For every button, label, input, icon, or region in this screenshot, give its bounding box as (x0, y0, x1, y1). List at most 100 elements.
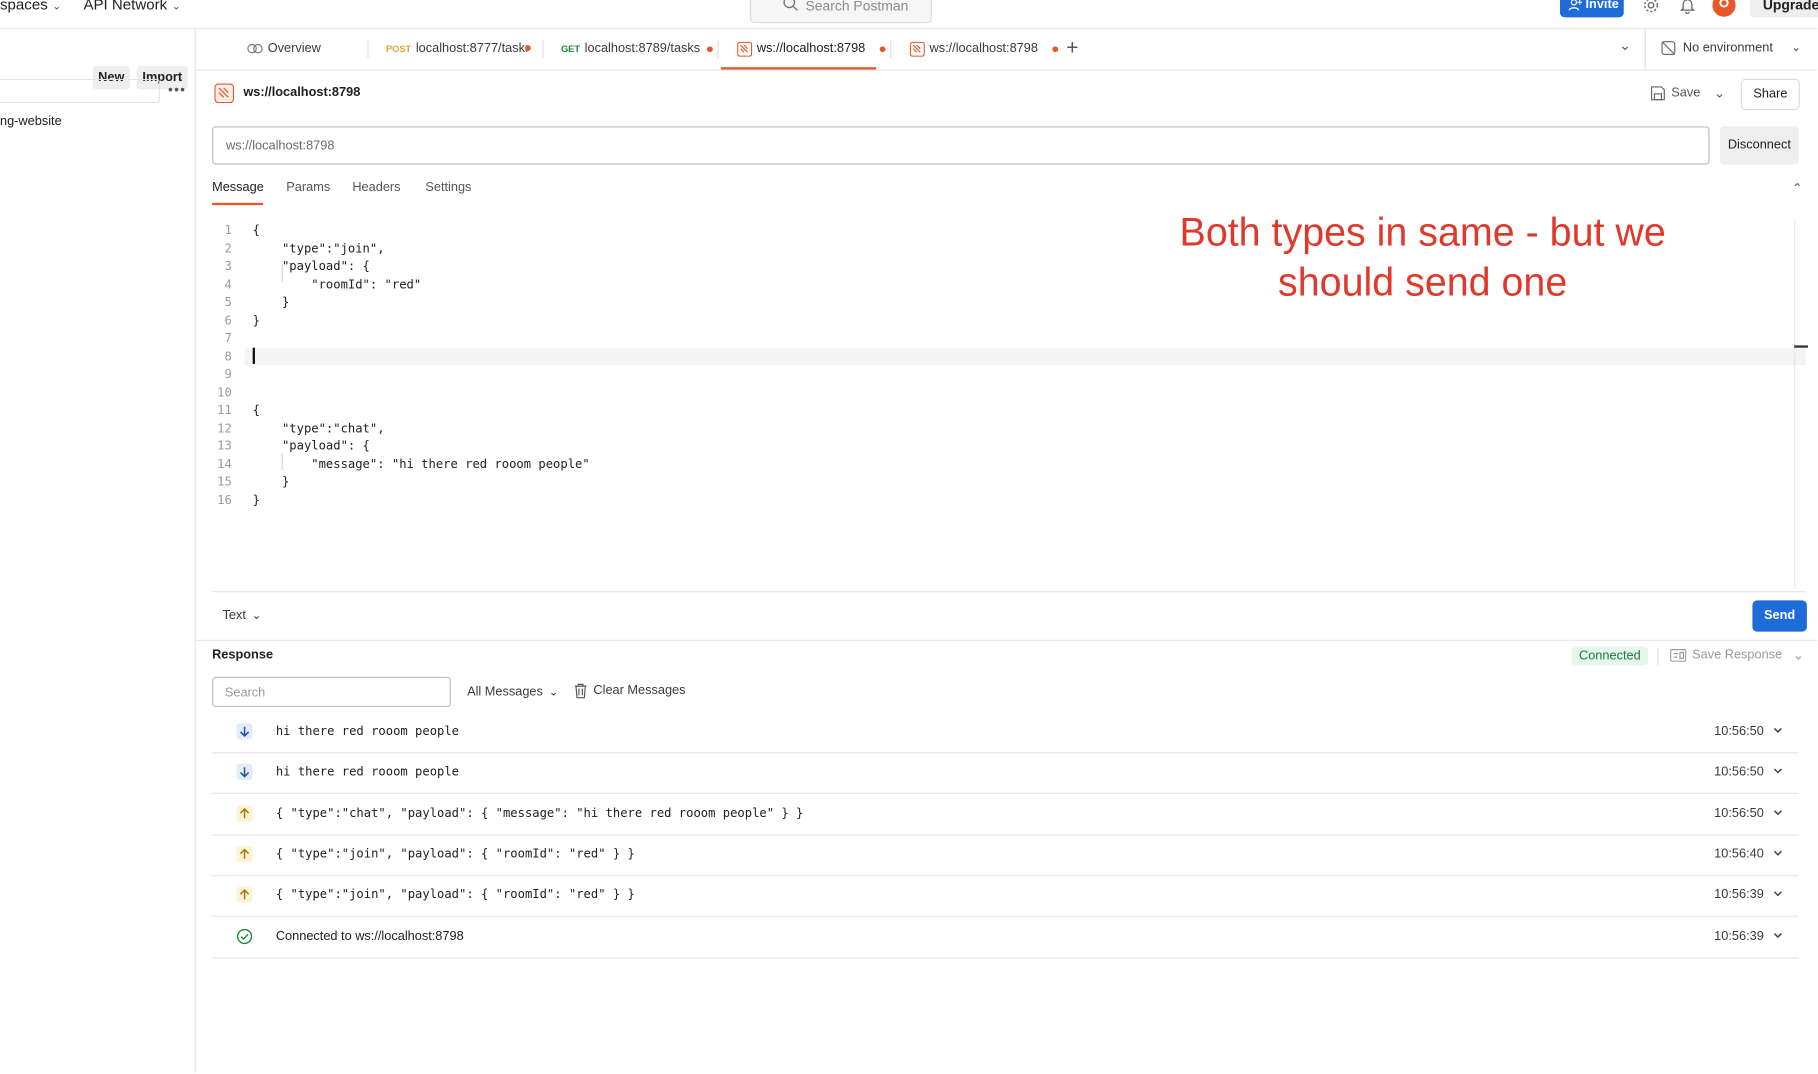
line-number: 7 (224, 331, 232, 346)
line-number: 14 (217, 457, 232, 472)
expand-chevron-icon[interactable] (1772, 925, 1784, 946)
annotation-note: Both types in same - but we should send … (1124, 209, 1721, 309)
line-number: 16 (217, 493, 232, 508)
websocket-request-icon (214, 83, 235, 104)
request-title[interactable]: ws://localhost:8798 (243, 86, 360, 100)
sidebar-filter-input[interactable] (0, 78, 160, 104)
tab-params[interactable]: Params (286, 181, 330, 195)
incoming-arrow-icon (236, 764, 253, 781)
message-text: { "type":"join", "payload": { "roomId": … (275, 847, 635, 862)
tab-websocket-active[interactable]: ws://localhost:8798 (737, 29, 885, 70)
chevron-down-icon: ⌄ (52, 0, 62, 12)
active-subtab-indicator (212, 202, 264, 206)
line-number: 12 (217, 421, 232, 436)
tab-label: ws://localhost:8798 (929, 41, 1038, 56)
disconnect-button[interactable]: Disconnect (1719, 126, 1799, 165)
websocket-icon (909, 41, 925, 57)
code-line: "payload": { (252, 259, 370, 274)
request-tabs: Overview POST localhost:8777/tasks GET loc… (195, 28, 1818, 71)
line-number: 6 (224, 313, 232, 328)
sidebar: New Import ••• ng-website (0, 28, 196, 1074)
message-row[interactable]: hi there red rooom people 10:56:50 (212, 712, 1799, 754)
format-selector[interactable]: Text ⌄ (223, 608, 262, 622)
message-timestamp: 10:56:39 (1714, 888, 1764, 902)
websocket-icon (737, 41, 753, 57)
save-button[interactable]: Save (1650, 86, 1700, 101)
expand-chevron-icon[interactable] (1772, 762, 1784, 783)
message-text: Connected to ws://localhost:8798 (275, 928, 464, 943)
unsaved-dot (525, 45, 531, 51)
save-response-icon (1670, 648, 1687, 662)
save-response-label: Save Response (1692, 647, 1783, 662)
upgrade-button[interactable]: Upgrade (1750, 0, 1818, 18)
expand-chevron-icon[interactable] (1772, 885, 1784, 906)
message-text: hi there red rooom people (275, 765, 460, 780)
collapse-chevron-up-icon[interactable]: ⌃ (1792, 181, 1803, 196)
save-response-button[interactable]: Save Response (1670, 648, 1782, 662)
editor-scrollbar-track[interactable] (1794, 220, 1796, 589)
invite-label: Invite (1585, 0, 1619, 12)
save-options-chevron-icon[interactable]: ⌄ (1714, 86, 1725, 101)
more-options-icon[interactable]: ••• (168, 81, 186, 97)
current-line-highlight (244, 347, 1806, 366)
tab-headers[interactable]: Headers (352, 181, 400, 195)
message-row[interactable]: { "type":"join", "payload": { "roomId": … (212, 875, 1799, 917)
top-bar: spaces ⌄ API Network ⌄ Search Postman Invi… (0, 0, 1818, 29)
expand-chevron-icon[interactable] (1772, 844, 1784, 865)
response-search-input[interactable]: Search (212, 676, 451, 707)
message-timestamp: 10:56:39 (1714, 928, 1764, 943)
notifications-bell-icon[interactable] (1679, 0, 1696, 14)
tab-message[interactable]: Message (212, 181, 264, 195)
tab-divider (367, 39, 369, 58)
environment-selector[interactable]: No environment ⌄ (1661, 41, 1801, 56)
send-button[interactable]: Send (1752, 600, 1807, 632)
message-timestamp: 10:56:40 (1714, 847, 1764, 862)
line-number: 15 (217, 475, 232, 490)
message-row[interactable]: { "type":"chat", "payload": { "message":… (212, 793, 1799, 836)
share-button[interactable]: Share (1740, 78, 1800, 111)
tab-divider (542, 39, 544, 58)
workspaces-menu[interactable]: spaces ⌄ (0, 0, 61, 13)
workspaces-label: spaces (0, 0, 48, 13)
unsaved-dot (1051, 45, 1058, 52)
method-badge: POST (385, 44, 412, 55)
line-number: 8 (224, 349, 232, 364)
line-number: 9 (224, 367, 232, 382)
expand-chevron-icon[interactable] (1772, 803, 1784, 824)
api-network-menu[interactable]: API Network ⌄ (83, 0, 180, 13)
invite-button[interactable]: Invite (1560, 0, 1624, 18)
expand-chevron-icon[interactable] (1772, 721, 1784, 742)
url-input[interactable]: ws://localhost:8798 (212, 126, 1710, 165)
message-row[interactable]: { "type":"join", "payload": { "roomId": … (212, 834, 1799, 877)
line-number: 13 (217, 439, 232, 454)
tabs-overflow-chevron-icon[interactable]: ⌄ (1619, 37, 1631, 53)
tab-post-tasks[interactable]: POST localhost:8777/tasks (386, 29, 527, 70)
tab-get-tasks[interactable]: GET localhost:8789/tasks (561, 29, 713, 70)
tab-settings[interactable]: Settings (425, 181, 471, 195)
sidebar-item-collection[interactable]: ng-website (0, 115, 62, 129)
tab-label: localhost:8777/tasks (415, 41, 528, 56)
annotation-line-2: should send one (1278, 260, 1568, 305)
unsaved-dot (879, 45, 885, 52)
chevron-down-icon: ⌄ (251, 609, 262, 623)
message-timestamp: 10:56:50 (1714, 765, 1764, 780)
global-search-input[interactable]: Search Postman (749, 0, 932, 24)
message-row[interactable]: hi there red rooom people 10:56:50 (212, 753, 1799, 795)
tab-websocket[interactable]: ws://localhost:8798 (909, 29, 1058, 70)
avatar[interactable] (1712, 0, 1736, 17)
code-line: } (252, 475, 290, 490)
code-line: { (252, 223, 260, 238)
message-filter-dropdown[interactable]: All Messages ⌄ (467, 685, 558, 699)
save-response-chevron-icon[interactable]: ⌄ (1793, 648, 1804, 663)
new-tab-plus-icon[interactable]: + (1066, 36, 1078, 60)
environment-label: No environment (1682, 41, 1773, 55)
settings-gear-icon[interactable] (1642, 0, 1659, 14)
tab-divider (890, 39, 892, 58)
filter-label: All Messages (467, 684, 543, 699)
response-title: Response (212, 647, 274, 662)
trash-icon (574, 683, 587, 699)
tab-overview[interactable]: Overview (247, 29, 321, 70)
format-label: Text (222, 608, 246, 623)
message-row[interactable]: Connected to ws://localhost:8798 10:56:39 (212, 916, 1799, 958)
clear-messages-button[interactable]: Clear Messages (574, 683, 686, 699)
